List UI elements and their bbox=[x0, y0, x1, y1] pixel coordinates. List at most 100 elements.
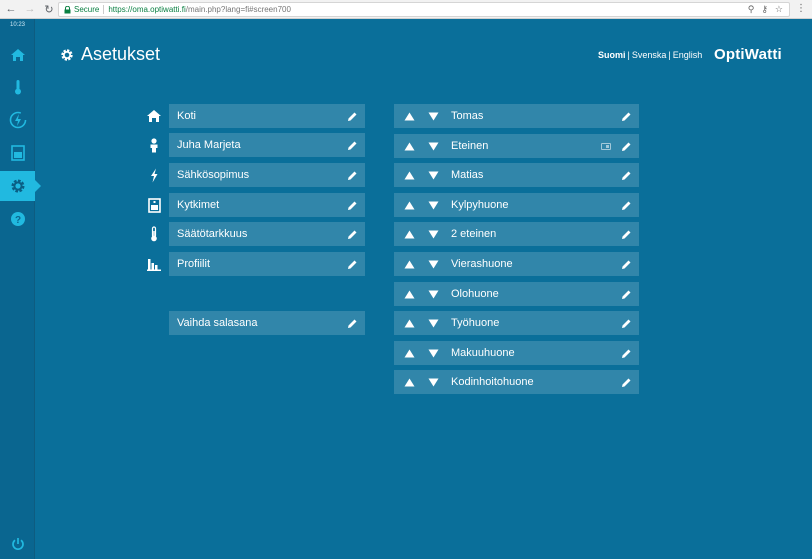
clock: 10:23 bbox=[9, 22, 25, 28]
move-down-icon[interactable] bbox=[427, 258, 439, 270]
settings-row-label: Profiilit bbox=[177, 258, 211, 270]
move-up-icon[interactable] bbox=[403, 169, 415, 181]
settings-row-label: Sähkösopimus bbox=[177, 169, 250, 181]
pencil-icon[interactable] bbox=[345, 316, 359, 330]
move-down-icon[interactable] bbox=[427, 199, 439, 211]
zoom-icon[interactable]: ⚲ bbox=[748, 4, 755, 15]
pencil-icon[interactable] bbox=[345, 257, 359, 271]
move-down-icon[interactable] bbox=[427, 169, 439, 181]
change-password-row[interactable]: Vaihda salasana bbox=[169, 311, 365, 335]
pencil-icon[interactable] bbox=[619, 375, 633, 389]
side-rail: 10:23 ? bbox=[0, 19, 41, 559]
settings-row-home[interactable]: Koti bbox=[169, 104, 365, 128]
key-icon[interactable]: ⚷ bbox=[761, 4, 768, 15]
room-row-label: Tomas bbox=[451, 110, 484, 122]
address-bar[interactable]: Secure https://oma.optiwatti.fi/main.php… bbox=[58, 2, 790, 17]
pencil-icon[interactable] bbox=[619, 257, 633, 271]
pencil-icon[interactable] bbox=[619, 168, 633, 182]
pencil-icon[interactable] bbox=[345, 168, 359, 182]
lightning-icon bbox=[146, 167, 162, 183]
settings-row-user[interactable]: Juha Marjeta bbox=[169, 133, 365, 157]
room-row[interactable]: Kylpyhuone bbox=[394, 193, 639, 217]
move-up-icon[interactable] bbox=[403, 347, 415, 359]
settings-row-label: Säätötarkkuus bbox=[177, 228, 248, 240]
settings-row-label: Kytkimet bbox=[177, 199, 220, 211]
power-icon bbox=[11, 538, 24, 551]
room-row[interactable]: 2 eteinen bbox=[394, 222, 639, 246]
change-password-label: Vaihda salasana bbox=[177, 317, 258, 329]
room-row[interactable]: Olohuone bbox=[394, 282, 639, 306]
move-up-icon[interactable] bbox=[403, 228, 415, 240]
move-up-icon[interactable] bbox=[403, 199, 415, 211]
svg-text:?: ? bbox=[14, 215, 20, 226]
pencil-icon[interactable] bbox=[619, 198, 633, 212]
pencil-icon[interactable] bbox=[345, 138, 359, 152]
lang-suomi[interactable]: Suomi bbox=[598, 50, 626, 60]
move-down-icon[interactable] bbox=[427, 288, 439, 300]
card-icon bbox=[601, 142, 611, 150]
move-up-icon[interactable] bbox=[403, 140, 415, 152]
room-row[interactable]: Vierashuone bbox=[394, 252, 639, 276]
menu-icon[interactable]: ⋮ bbox=[796, 3, 806, 14]
gear-icon bbox=[11, 179, 24, 193]
pencil-icon[interactable] bbox=[619, 346, 633, 360]
pencil-icon[interactable] bbox=[619, 109, 633, 123]
move-up-icon[interactable] bbox=[403, 376, 415, 388]
lang-english[interactable]: English bbox=[673, 50, 703, 60]
lightning-circle-icon bbox=[9, 111, 26, 129]
room-row-label: Työhuone bbox=[451, 317, 500, 329]
move-up-icon[interactable] bbox=[403, 288, 415, 300]
address-bar-icons: ⚲ ⚷ ☆ bbox=[748, 4, 783, 15]
room-row[interactable]: Tomas bbox=[394, 104, 639, 128]
move-down-icon[interactable] bbox=[427, 110, 439, 122]
move-down-icon[interactable] bbox=[427, 228, 439, 240]
thermometer-icon bbox=[14, 80, 21, 95]
rail-energy[interactable] bbox=[0, 105, 35, 135]
star-icon[interactable]: ☆ bbox=[775, 4, 783, 15]
rail-logout[interactable] bbox=[0, 529, 35, 559]
move-up-icon[interactable] bbox=[403, 110, 415, 122]
divider bbox=[103, 5, 105, 14]
move-up-icon[interactable] bbox=[403, 258, 415, 270]
reload-icon[interactable]: ↻ bbox=[41, 1, 57, 17]
move-down-icon[interactable] bbox=[427, 347, 439, 359]
home-icon bbox=[10, 49, 25, 61]
back-icon[interactable]: ← bbox=[3, 1, 19, 17]
room-row[interactable]: Kodinhoitohuone bbox=[394, 370, 639, 394]
settings-row-accuracy[interactable]: Säätötarkkuus bbox=[169, 222, 365, 246]
move-down-icon[interactable] bbox=[427, 317, 439, 329]
rail-switches[interactable] bbox=[0, 138, 35, 168]
pencil-icon[interactable] bbox=[345, 109, 359, 123]
pencil-icon[interactable] bbox=[619, 316, 633, 330]
pencil-icon[interactable] bbox=[619, 287, 633, 301]
page-title: Asetukset bbox=[60, 44, 160, 65]
rail-home[interactable] bbox=[0, 40, 35, 70]
room-row[interactable]: Työhuone bbox=[394, 311, 639, 335]
move-down-icon[interactable] bbox=[427, 376, 439, 388]
lang-svenska[interactable]: Svenska bbox=[632, 50, 667, 60]
room-row-label: Olohuone bbox=[451, 288, 499, 300]
settings-row-label: Koti bbox=[177, 110, 196, 122]
room-row[interactable]: Makuuhuone bbox=[394, 341, 639, 365]
person-icon bbox=[146, 137, 162, 153]
room-row[interactable]: Eteinen bbox=[394, 134, 639, 158]
rail-temperature[interactable] bbox=[0, 72, 35, 102]
move-up-icon[interactable] bbox=[403, 317, 415, 329]
rail-settings[interactable] bbox=[0, 171, 41, 201]
pencil-icon[interactable] bbox=[619, 139, 633, 153]
bar-chart-icon bbox=[146, 256, 162, 272]
rail-help[interactable]: ? bbox=[0, 204, 35, 234]
forward-icon[interactable]: → bbox=[22, 1, 38, 17]
pencil-icon[interactable] bbox=[345, 198, 359, 212]
room-row-label: Kodinhoitohuone bbox=[451, 376, 534, 388]
room-row[interactable]: Matias bbox=[394, 163, 639, 187]
pencil-icon[interactable] bbox=[619, 227, 633, 241]
room-row-label: Matias bbox=[451, 169, 484, 181]
settings-row-contract[interactable]: Sähkösopimus bbox=[169, 163, 365, 187]
room-row-label: Makuuhuone bbox=[451, 347, 515, 359]
pencil-icon[interactable] bbox=[345, 227, 359, 241]
move-down-icon[interactable] bbox=[427, 140, 439, 152]
switch-icon bbox=[146, 197, 162, 213]
settings-row-profiles[interactable]: Profiilit bbox=[169, 252, 365, 276]
settings-row-switches[interactable]: Kytkimet bbox=[169, 193, 365, 217]
